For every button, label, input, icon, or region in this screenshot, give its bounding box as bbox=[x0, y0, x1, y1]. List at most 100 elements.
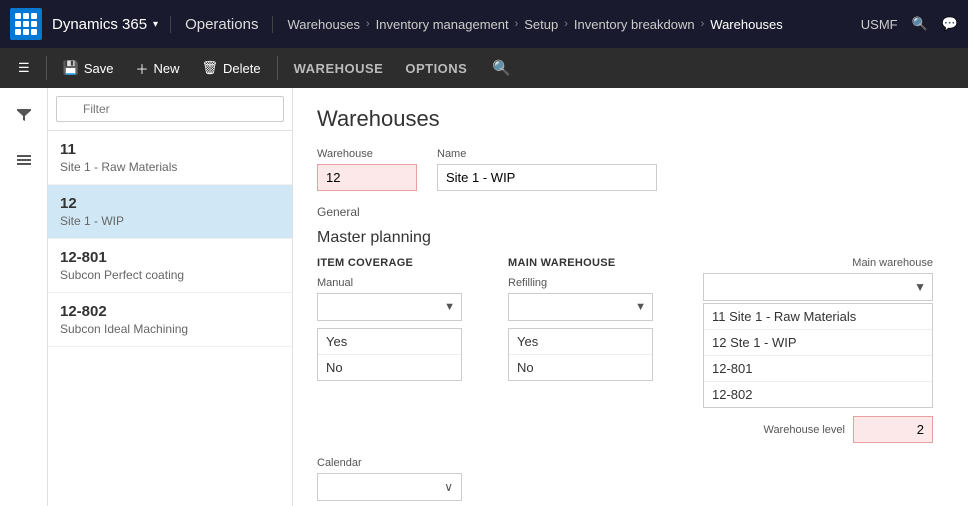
brand-text: Dynamics 365 bbox=[52, 16, 147, 33]
waffle-menu[interactable] bbox=[10, 8, 42, 40]
sidebar-icons bbox=[0, 88, 48, 506]
calendar-group: Calendar ∨ bbox=[317, 457, 462, 501]
breadcrumb: Warehouses › Inventory management › Setu… bbox=[273, 17, 796, 32]
item-coverage-header: ITEM COVERAGE bbox=[317, 257, 492, 277]
list-items: 11 Site 1 - Raw Materials 12 Site 1 - WI… bbox=[48, 131, 292, 506]
planning-grid: ITEM COVERAGE Manual ▼ Yes No MAIN WAREH… bbox=[317, 257, 944, 443]
top-nav: Dynamics 365 ▾ Operations Warehouses › I… bbox=[0, 0, 968, 48]
refilling-yes-no-list: Yes No bbox=[508, 328, 653, 381]
calendar-row: Calendar ∨ bbox=[317, 457, 944, 501]
main-warehouse-header: MAIN WAREHOUSE bbox=[508, 257, 683, 277]
list-panel: 🔍 11 Site 1 - Raw Materials 12 Site 1 - … bbox=[48, 88, 293, 506]
warehouse-input[interactable] bbox=[317, 164, 417, 191]
chat-icon-top[interactable]: 💬 bbox=[942, 16, 958, 32]
list-item-12-801-name: Subcon Perfect coating bbox=[60, 268, 280, 282]
list-item-12-801-id: 12-801 bbox=[60, 249, 280, 266]
master-planning-title: Master planning bbox=[317, 229, 944, 247]
main-warehouse-right-col: Main warehouse ▼ 11 Site 1 - Raw Materia… bbox=[703, 257, 933, 443]
list-item-12-801[interactable]: 12-801 Subcon Perfect coating bbox=[48, 239, 292, 293]
refilling-dropdown[interactable]: ▼ bbox=[508, 293, 653, 321]
list-item-11[interactable]: 11 Site 1 - Raw Materials bbox=[48, 131, 292, 185]
general-section-title: General bbox=[317, 205, 944, 219]
list-item-12-802[interactable]: 12-802 Subcon Ideal Machining bbox=[48, 293, 292, 347]
breadcrumb-sep-2: › bbox=[515, 18, 519, 30]
breadcrumb-sep-4: › bbox=[701, 18, 705, 30]
toolbar: ☰ 💾 Save ＋ New 🗑 Delete WAREHOUSE OPTION… bbox=[0, 48, 968, 88]
filter-input[interactable] bbox=[56, 96, 284, 122]
toolbar-divider-1 bbox=[46, 56, 47, 80]
item-coverage-col: ITEM COVERAGE Manual ▼ Yes No bbox=[317, 257, 492, 443]
breadcrumb-inventory-breakdown[interactable]: Inventory breakdown bbox=[574, 17, 695, 32]
app-name: Operations bbox=[171, 16, 273, 33]
content-area: Warehouses Warehouse Name General Master… bbox=[293, 88, 968, 506]
manual-yes-no-list: Yes No bbox=[317, 328, 462, 381]
warehouse-list-item-12-801[interactable]: 12-801 bbox=[704, 356, 932, 382]
dropdown-arrow-manual: ▼ bbox=[444, 301, 455, 313]
refilling-no-item[interactable]: No bbox=[509, 355, 652, 380]
calendar-dropdown-arrow: ∨ bbox=[444, 480, 453, 494]
save-label: Save bbox=[84, 61, 114, 76]
hamburger-icon: ☰ bbox=[18, 60, 30, 76]
breadcrumb-sep-3: › bbox=[564, 18, 568, 30]
delete-icon: 🗑 bbox=[202, 60, 219, 76]
calendar-label: Calendar bbox=[317, 457, 462, 469]
warehouse-group: Warehouse bbox=[317, 148, 417, 191]
warehouse-name-row: Warehouse Name bbox=[317, 148, 944, 191]
calendar-dropdown[interactable]: ∨ bbox=[317, 473, 462, 501]
filter-wrap: 🔍 bbox=[56, 96, 284, 122]
delete-label: Delete bbox=[223, 61, 261, 76]
name-group: Name bbox=[437, 148, 657, 191]
delete-button[interactable]: 🗑 Delete bbox=[192, 55, 271, 81]
list-item-11-id: 11 bbox=[60, 141, 280, 158]
warehouse-list-item-11[interactable]: 11 Site 1 - Raw Materials bbox=[704, 304, 932, 330]
top-nav-right: USMF 🔍 💬 bbox=[861, 16, 958, 32]
warehouse-level-label: Warehouse level bbox=[763, 424, 845, 436]
breadcrumb-inventory-mgmt[interactable]: Inventory management bbox=[376, 17, 509, 32]
manual-dropdown[interactable]: ▼ bbox=[317, 293, 462, 321]
main-warehouse-right-header: Main warehouse bbox=[703, 257, 933, 269]
brand-label[interactable]: Dynamics 365 ▾ bbox=[52, 16, 171, 33]
save-icon: 💾 bbox=[63, 60, 79, 76]
filter-bar: 🔍 bbox=[48, 88, 292, 131]
main-warehouse-dropdown[interactable]: ▼ bbox=[703, 273, 933, 301]
brand-chevron: ▾ bbox=[153, 19, 158, 30]
main-warehouse-col: MAIN WAREHOUSE Refilling ▼ Yes No bbox=[508, 257, 683, 443]
toolbar-divider-2 bbox=[277, 56, 278, 80]
breadcrumb-sep-1: › bbox=[366, 18, 370, 30]
hamburger-button[interactable]: ☰ bbox=[8, 55, 40, 81]
options-menu-button[interactable]: OPTIONS bbox=[395, 56, 477, 81]
dropdown-arrow-refilling: ▼ bbox=[635, 301, 646, 313]
main-layout: 🔍 11 Site 1 - Raw Materials 12 Site 1 - … bbox=[0, 88, 968, 506]
refilling-yes-item[interactable]: Yes bbox=[509, 329, 652, 355]
breadcrumb-setup[interactable]: Setup bbox=[524, 17, 558, 32]
list-item-12-802-id: 12-802 bbox=[60, 303, 280, 320]
filter-icon-btn[interactable] bbox=[8, 98, 40, 130]
breadcrumb-inventory-management[interactable]: Warehouses bbox=[287, 17, 360, 32]
list-item-12-id: 12 bbox=[60, 195, 280, 212]
warehouse-list-item-12[interactable]: 12 Ste 1 - WIP bbox=[704, 330, 932, 356]
refilling-label: Refilling bbox=[508, 277, 683, 289]
new-label: New bbox=[154, 61, 180, 76]
list-item-12[interactable]: 12 Site 1 - WIP bbox=[48, 185, 292, 239]
manual-yes-item[interactable]: Yes bbox=[318, 329, 461, 355]
list-item-12-802-name: Subcon Ideal Machining bbox=[60, 322, 280, 336]
manual-label: Manual bbox=[317, 277, 492, 289]
save-button[interactable]: 💾 Save bbox=[53, 55, 124, 81]
warehouse-list-item-12-802[interactable]: 12-802 bbox=[704, 382, 932, 407]
name-input[interactable] bbox=[437, 164, 657, 191]
toolbar-search-button[interactable]: 🔍 bbox=[487, 54, 516, 82]
manual-no-item[interactable]: No bbox=[318, 355, 461, 380]
name-label: Name bbox=[437, 148, 657, 160]
warehouse-level-row: Warehouse level bbox=[703, 416, 933, 443]
warehouse-dropdown-arrow: ▼ bbox=[914, 280, 926, 294]
warehouse-label: Warehouse bbox=[317, 148, 417, 160]
warehouse-level-input[interactable] bbox=[853, 416, 933, 443]
warehouse-menu-button[interactable]: WAREHOUSE bbox=[284, 56, 394, 81]
warehouse-list: 11 Site 1 - Raw Materials 12 Ste 1 - WIP… bbox=[703, 303, 933, 408]
page-title: Warehouses bbox=[317, 106, 944, 132]
new-button[interactable]: ＋ New bbox=[125, 54, 189, 83]
breadcrumb-warehouses[interactable]: Warehouses bbox=[710, 17, 783, 32]
search-icon-top[interactable]: 🔍 bbox=[912, 16, 928, 32]
list-icon-btn[interactable] bbox=[8, 144, 40, 176]
list-item-12-name: Site 1 - WIP bbox=[60, 214, 280, 228]
